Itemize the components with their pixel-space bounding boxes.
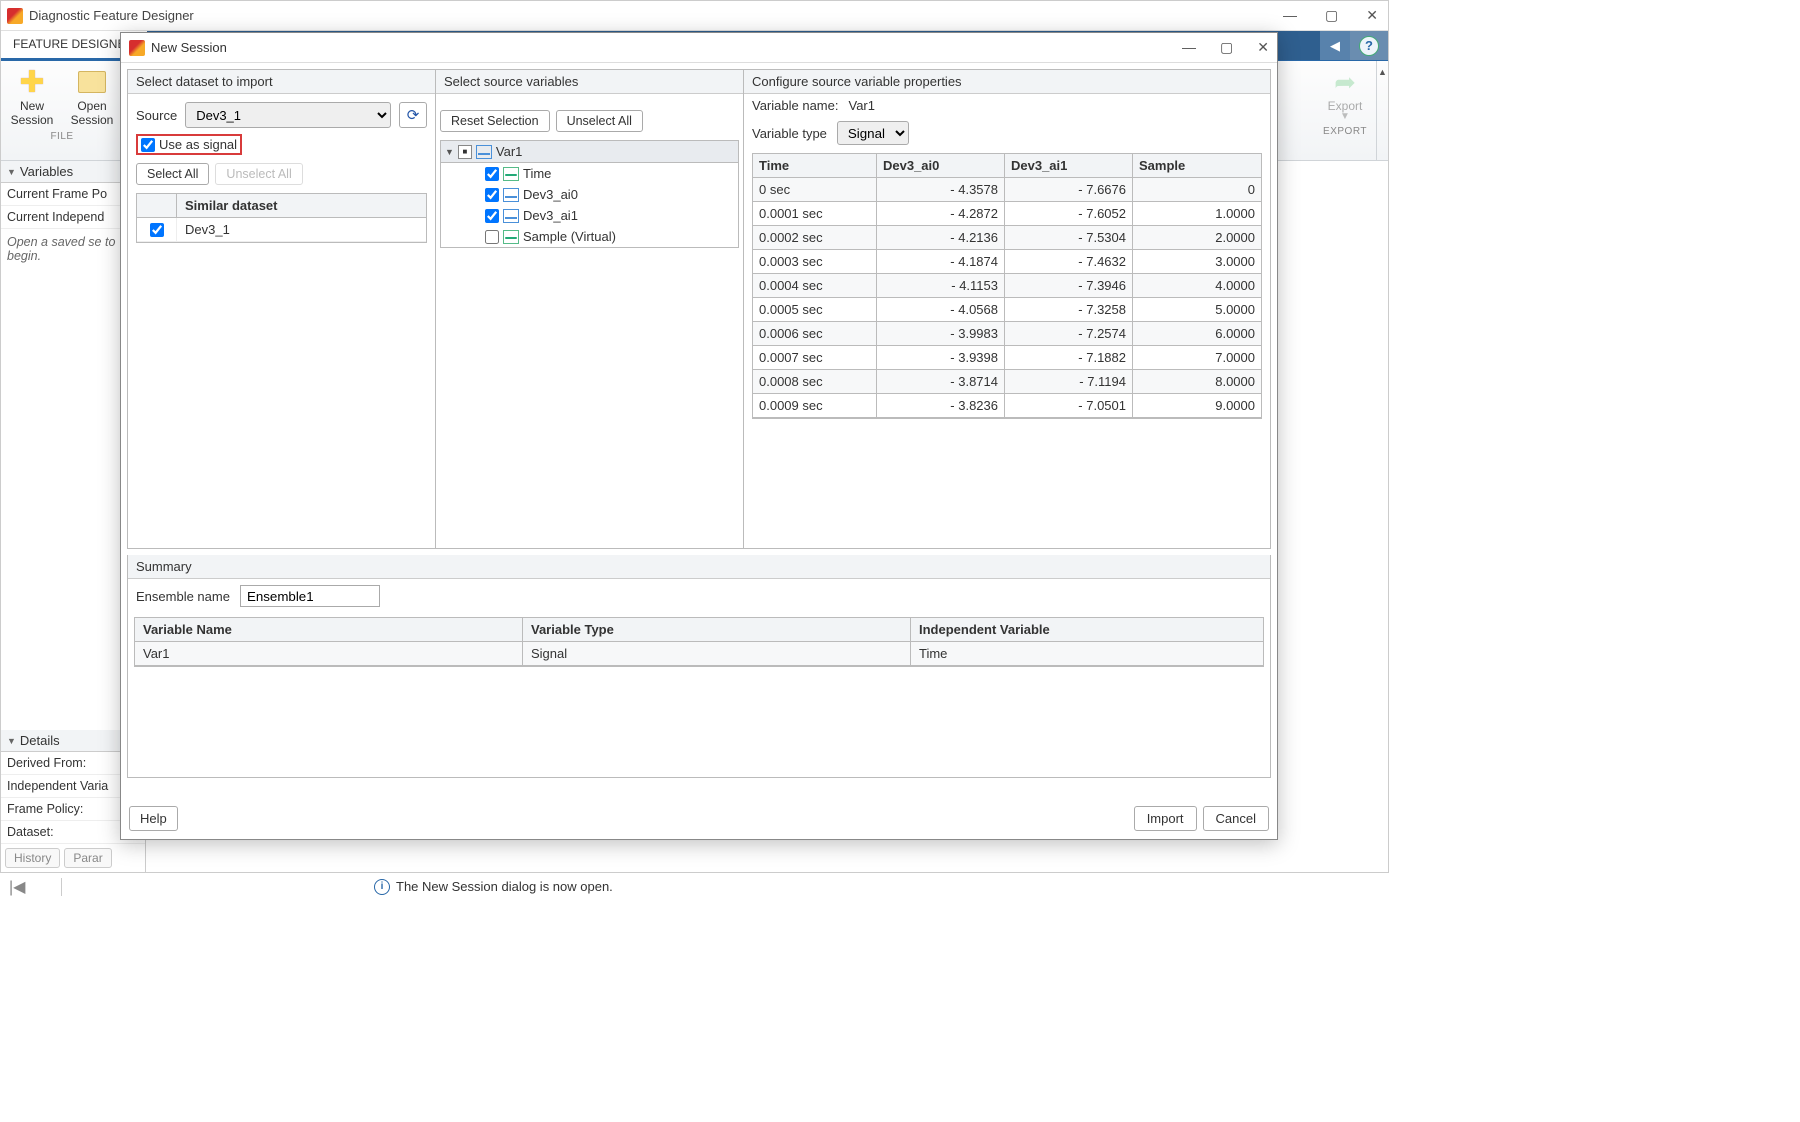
col-header: Dev3_ai0 bbox=[877, 154, 1005, 178]
table-row: 0.0004 sec- 4.1153- 7.39464.0000 bbox=[753, 274, 1261, 298]
table-row: 0 sec- 4.3578- 7.66760 bbox=[753, 178, 1261, 202]
signal-icon bbox=[503, 188, 519, 202]
group-label-export: EXPORT bbox=[1323, 126, 1367, 137]
export-icon: ➦ bbox=[1330, 67, 1360, 97]
use-as-signal-checkbox[interactable]: Use as signal bbox=[136, 134, 242, 155]
app-title: Diagnostic Feature Designer bbox=[29, 8, 1283, 23]
first-page-icon[interactable]: |◀ bbox=[1, 877, 49, 897]
varname-label: Variable name: bbox=[752, 98, 838, 113]
folder-icon bbox=[77, 67, 107, 97]
tristate-checkbox[interactable] bbox=[458, 145, 472, 159]
table-row: 0.0003 sec- 4.1874- 7.46323.0000 bbox=[753, 250, 1261, 274]
unselect-all-button: Unselect All bbox=[215, 163, 302, 185]
modal-title: New Session bbox=[151, 40, 1182, 55]
tree-item[interactable]: Dev3_ai0 bbox=[441, 184, 738, 205]
group-label-file: FILE bbox=[50, 131, 73, 142]
minimize-icon[interactable]: — bbox=[1283, 7, 1297, 24]
col-header: Sample bbox=[1133, 154, 1261, 178]
table-row: 0.0008 sec- 3.8714- 7.11948.0000 bbox=[753, 370, 1261, 394]
reset-selection-button[interactable]: Reset Selection bbox=[440, 110, 550, 132]
source-label: Source bbox=[136, 108, 177, 123]
tree-item[interactable]: Dev3_ai1 bbox=[441, 205, 738, 226]
modal-maximize-icon[interactable]: ▢ bbox=[1220, 39, 1233, 56]
table-row: 0.0009 sec- 3.8236- 7.05019.0000 bbox=[753, 394, 1261, 418]
source-select[interactable]: Dev3_1 bbox=[185, 102, 391, 128]
export-button: ➦ Export ▼ bbox=[1316, 67, 1374, 122]
collapse-chevron-icon[interactable]: ▲ bbox=[1376, 61, 1388, 160]
table-row: 0.0007 sec- 3.9398- 7.18827.0000 bbox=[753, 346, 1261, 370]
varname-value: Var1 bbox=[848, 98, 875, 113]
col-header: Time bbox=[753, 154, 877, 178]
table-row: 0.0002 sec- 4.2136- 7.53042.0000 bbox=[753, 226, 1261, 250]
col2-title: Select source variables bbox=[436, 70, 743, 94]
tree-root[interactable]: ▼ Var1 bbox=[441, 141, 738, 163]
table-row: 0.0001 sec- 4.2872- 7.60521.0000 bbox=[753, 202, 1261, 226]
vartype-label: Variable type bbox=[752, 126, 827, 141]
chevron-down-icon[interactable]: ▼ bbox=[445, 147, 454, 157]
ensemble-label: Ensemble name bbox=[136, 589, 230, 604]
chevron-down-icon: ▼ bbox=[1340, 111, 1350, 122]
cancel-button[interactable]: Cancel bbox=[1203, 806, 1269, 831]
select-all-button[interactable]: Select All bbox=[136, 163, 209, 185]
vartype-select[interactable]: Signal bbox=[837, 121, 909, 145]
col3-title: Configure source variable properties bbox=[744, 70, 1270, 94]
unselect-all-button-2[interactable]: Unselect All bbox=[556, 110, 643, 132]
tab-history[interactable]: History bbox=[5, 848, 60, 868]
table-row: 0.0005 sec- 4.0568- 7.32585.0000 bbox=[753, 298, 1261, 322]
signal-icon bbox=[476, 145, 492, 159]
tree-item[interactable]: Time bbox=[441, 163, 738, 184]
back-chevron-icon[interactable]: ◀ bbox=[1320, 31, 1350, 60]
ensemble-name-input[interactable] bbox=[240, 585, 380, 607]
dataset-row[interactable]: Dev3_1 bbox=[137, 218, 426, 242]
col-header: Dev3_ai1 bbox=[1005, 154, 1133, 178]
signal-icon bbox=[503, 209, 519, 223]
label: New bbox=[20, 99, 44, 113]
summary-title: Summary bbox=[128, 555, 1270, 579]
table-row: 0.0006 sec- 3.9983- 7.25746.0000 bbox=[753, 322, 1261, 346]
plus-icon: ✚ bbox=[17, 67, 47, 97]
modal-close-icon[interactable]: ✕ bbox=[1257, 39, 1269, 56]
matlab-icon bbox=[7, 8, 23, 24]
tab-params[interactable]: Parar bbox=[64, 848, 111, 868]
status-text: The New Session dialog is now open. bbox=[396, 879, 613, 894]
help-button[interactable]: ? bbox=[1350, 31, 1388, 60]
open-session-button[interactable]: Open Session bbox=[63, 67, 121, 127]
close-icon[interactable]: ✕ bbox=[1366, 7, 1378, 24]
maximize-icon[interactable]: ▢ bbox=[1325, 7, 1338, 24]
time-icon bbox=[503, 230, 519, 244]
label: Session bbox=[11, 113, 54, 127]
time-icon bbox=[503, 167, 519, 181]
matlab-icon bbox=[129, 40, 145, 56]
refresh-button[interactable]: ⟳ bbox=[399, 102, 427, 128]
ds-header: Similar dataset bbox=[177, 194, 426, 217]
help-button[interactable]: Help bbox=[129, 806, 178, 831]
new-session-button[interactable]: ✚ New Session bbox=[3, 67, 61, 127]
col1-title: Select dataset to import bbox=[128, 70, 435, 94]
tree-item[interactable]: Sample (Virtual) bbox=[441, 226, 738, 247]
modal-minimize-icon[interactable]: — bbox=[1182, 39, 1196, 56]
import-button[interactable]: Import bbox=[1134, 806, 1197, 831]
info-icon: i bbox=[374, 879, 390, 895]
